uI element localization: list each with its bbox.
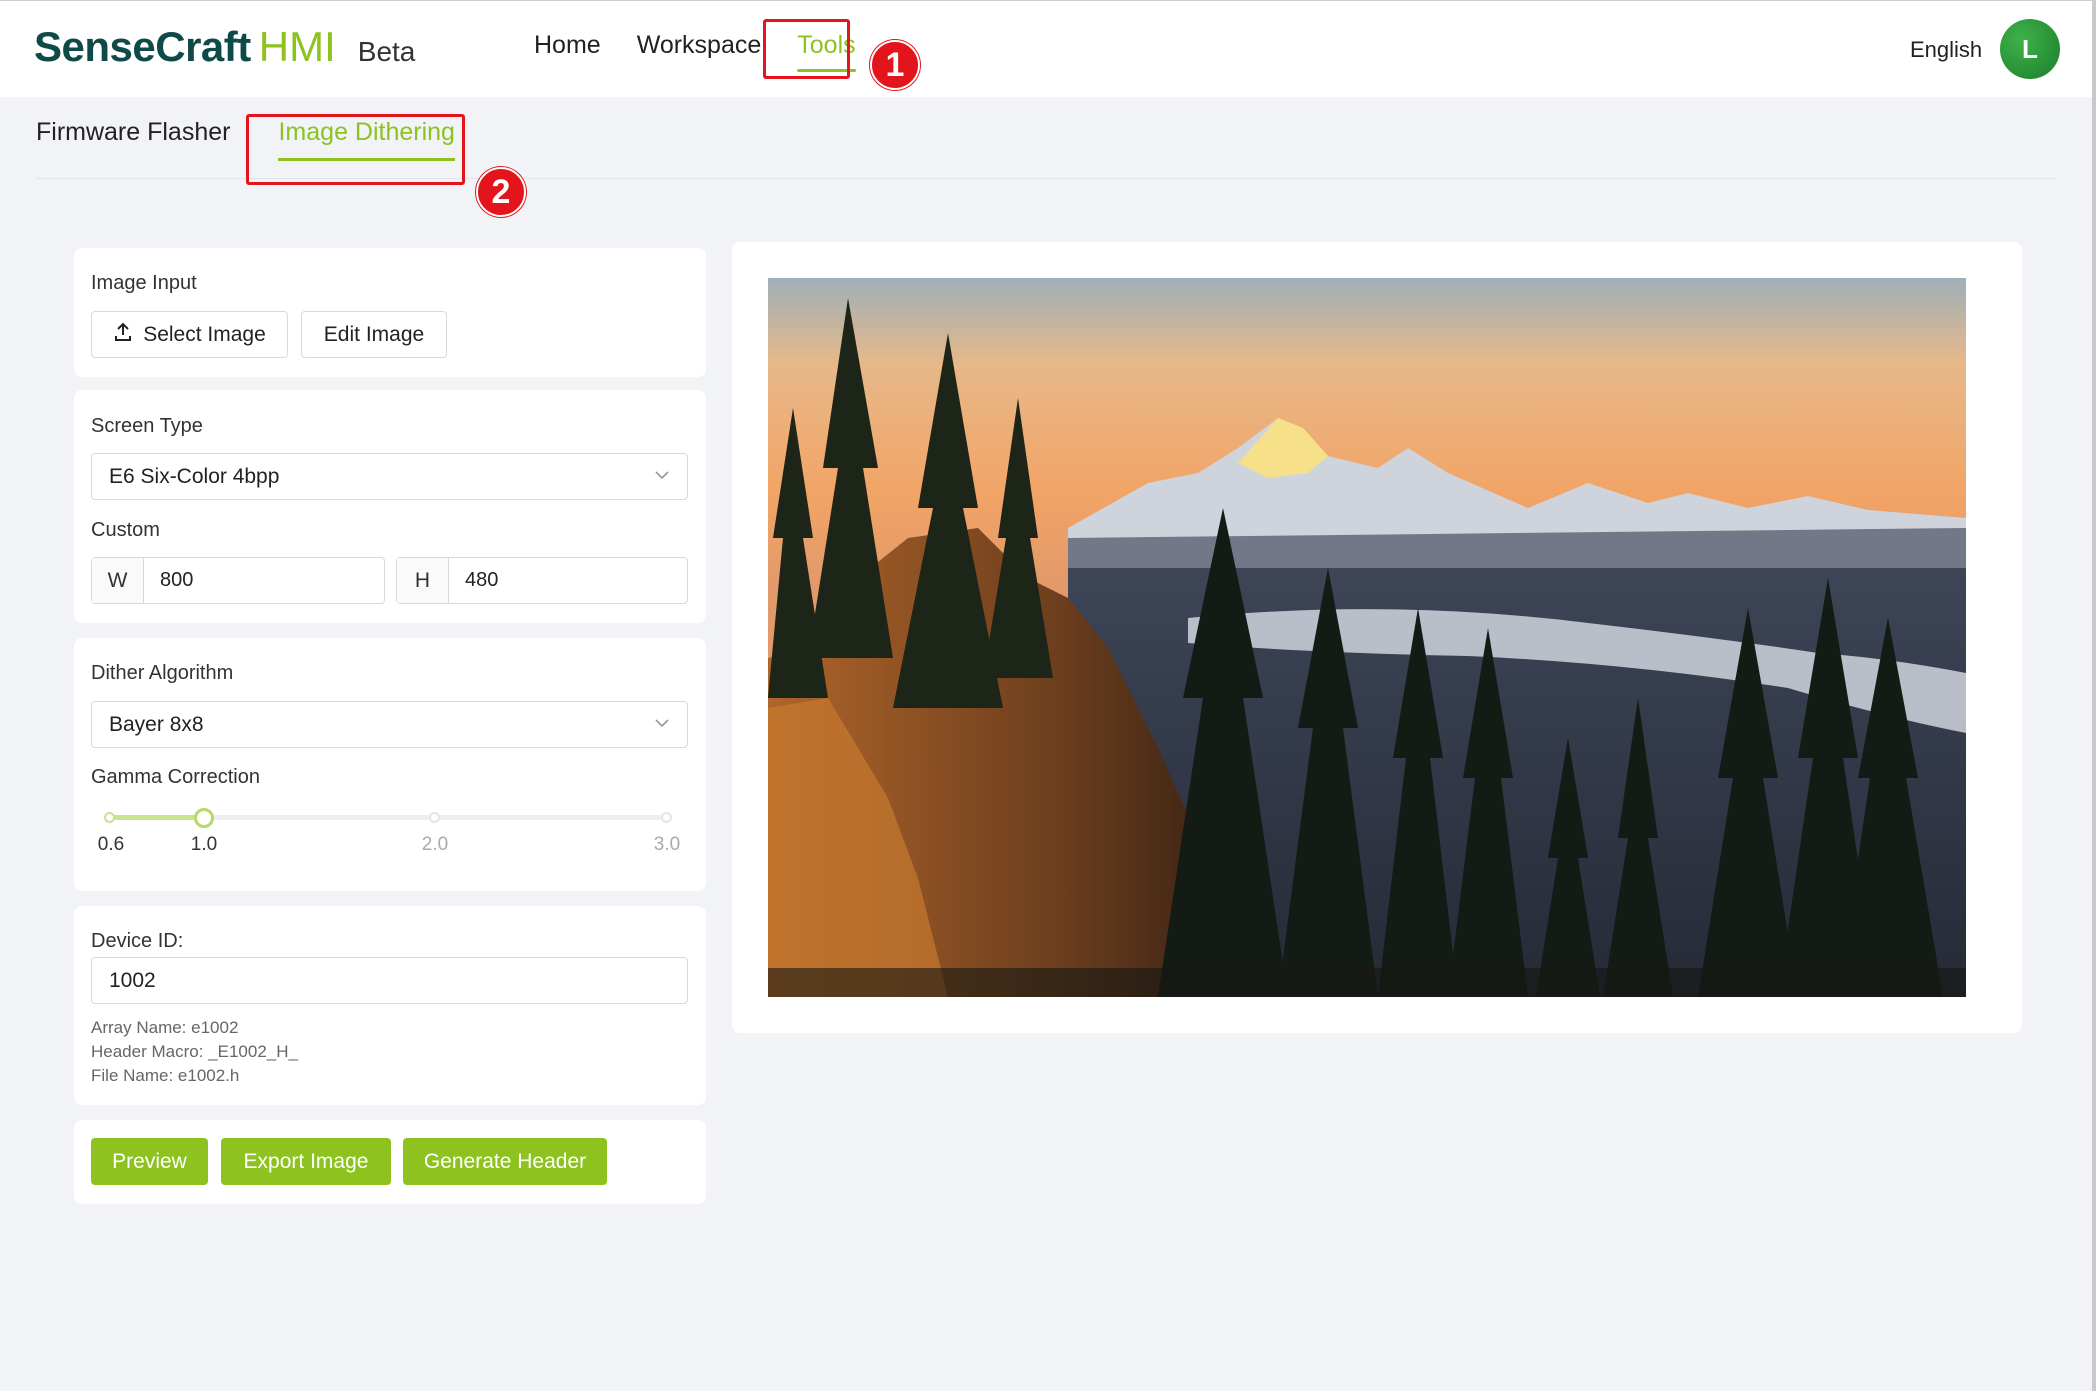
brand-suffix: HMI <box>258 23 336 70</box>
nav-tools[interactable]: Tools <box>779 23 873 72</box>
height-value: 480 <box>465 569 499 591</box>
screen-type-panel: Screen Type E6 Six-Color 4bpp Custom W 8… <box>74 390 706 623</box>
tool-tabs: Firmware Flasher Image Dithering <box>36 118 456 161</box>
width-value: 800 <box>160 569 194 591</box>
screen-type-select[interactable]: E6 Six-Color 4bpp <box>91 453 688 500</box>
select-image-label: Select Image <box>143 322 266 346</box>
gamma-slider-fill <box>110 815 203 820</box>
chevron-down-icon <box>653 466 671 490</box>
landscape-preview-image <box>768 278 1966 997</box>
logo[interactable]: SenseCraft HMI Beta <box>34 23 415 73</box>
screen-type-value: E6 Six-Color 4bpp <box>109 464 280 488</box>
generate-header-button[interactable]: Generate Header <box>403 1138 607 1185</box>
gamma-correction-title: Gamma Correction <box>91 766 260 788</box>
device-id-title: Device ID: <box>91 930 184 952</box>
tabs-divider <box>36 178 2056 179</box>
width-addon: W <box>92 558 144 603</box>
device-id-input[interactable]: 1002 <box>91 957 688 1004</box>
array-name-text: Array Name: e1002 <box>91 1018 239 1037</box>
height-field[interactable]: H 480 <box>396 557 688 604</box>
gamma-mark-0-6: 0.6 <box>97 834 125 855</box>
height-addon: H <box>397 558 449 603</box>
step-marker-2: 2 <box>476 167 526 217</box>
gamma-mark-2-0: 2.0 <box>421 834 449 855</box>
avatar[interactable]: L <box>2000 19 2060 79</box>
step-marker-1: 1 <box>870 40 920 90</box>
device-panel: Device ID: 1002 Array Name: e1002 Header… <box>74 906 706 1105</box>
image-input-panel: Image Input Select Image Edit Image <box>74 248 706 377</box>
top-bar: SenseCraft HMI Beta Home Workspace Tools… <box>0 0 2096 97</box>
gamma-mark-3-0: 3.0 <box>653 834 681 855</box>
window-edge <box>2092 0 2096 1391</box>
beta-badge: Beta <box>357 36 416 67</box>
preview-button[interactable]: Preview <box>91 1138 208 1185</box>
dither-algorithm-value: Bayer 8x8 <box>109 712 204 736</box>
upload-icon <box>113 322 133 348</box>
tab-image-dithering[interactable]: Image Dithering <box>278 118 456 161</box>
preview-card <box>732 242 2022 1033</box>
dither-panel: Dither Algorithm Bayer 8x8 Gamma Correct… <box>74 638 706 891</box>
main-nav: Home Workspace Tools <box>516 23 874 72</box>
dither-algorithm-title: Dither Algorithm <box>91 662 234 684</box>
gamma-slider-handle[interactable] <box>194 808 214 828</box>
nav-workspace[interactable]: Workspace <box>619 23 780 68</box>
actions-panel: Preview Export Image Generate Header <box>74 1120 706 1204</box>
gamma-mark-1-0: 1.0 <box>190 834 218 855</box>
width-field[interactable]: W 800 <box>91 557 385 604</box>
language-switcher[interactable]: English <box>1910 37 1982 63</box>
custom-label: Custom <box>91 519 160 541</box>
edit-image-button[interactable]: Edit Image <box>301 311 447 358</box>
image-input-title: Image Input <box>91 272 197 294</box>
dither-algorithm-select[interactable]: Bayer 8x8 <box>91 701 688 748</box>
chevron-down-icon <box>653 714 671 738</box>
gamma-dot-0-6[interactable] <box>104 812 115 823</box>
nav-home[interactable]: Home <box>516 23 619 68</box>
file-name-text: File Name: e1002.h <box>91 1066 240 1085</box>
gamma-dot-3-0[interactable] <box>661 812 672 823</box>
brand-name: SenseCraft <box>34 23 251 70</box>
header-macro-text: Header Macro: _E1002_H_ <box>91 1042 298 1061</box>
export-image-button[interactable]: Export Image <box>221 1138 391 1185</box>
tab-firmware-flasher[interactable]: Firmware Flasher <box>36 118 230 161</box>
screen-type-title: Screen Type <box>91 415 203 437</box>
select-image-button[interactable]: Select Image <box>91 311 288 358</box>
gamma-dot-2-0[interactable] <box>429 812 440 823</box>
